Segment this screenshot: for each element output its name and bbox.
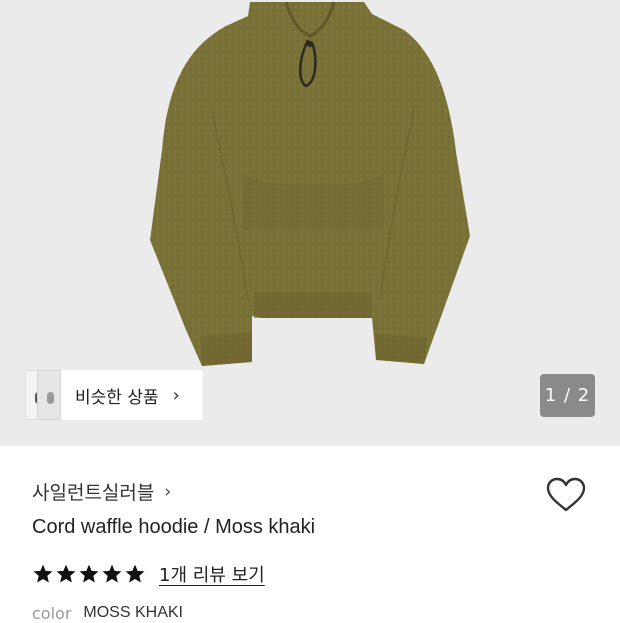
star-icon	[125, 564, 145, 583]
chevron-right-icon: ›	[172, 384, 180, 406]
image-pager-indicator: 1 / 2	[540, 374, 595, 417]
brand-link[interactable]: 사일런트실러블 ›	[32, 478, 171, 505]
brand-name: 사일런트실러블	[32, 482, 155, 504]
similar-products-thumbnails	[25, 370, 61, 420]
star-icon	[56, 564, 76, 583]
chevron-right-icon: ›	[164, 481, 172, 502]
color-label: color	[32, 604, 72, 623]
color-info: color MOSS KHAKI	[32, 604, 183, 623]
similar-products-button[interactable]: 비슷한 상품 ›	[25, 370, 203, 420]
similar-products-label-box: 비슷한 상품 ›	[57, 370, 203, 420]
star-rating	[32, 563, 147, 585]
rating-row: 1개 리뷰 보기	[32, 561, 265, 587]
heart-icon[interactable]	[544, 475, 588, 515]
similar-product-thumbnail	[37, 370, 61, 420]
view-reviews-link[interactable]: 1개 리뷰 보기	[159, 561, 265, 587]
product-image-gallery[interactable]: 비슷한 상품 › 1 / 2	[0, 0, 620, 446]
star-icon	[102, 564, 122, 583]
similar-products-label: 비슷한 상품	[75, 387, 159, 408]
star-icon	[33, 564, 53, 583]
product-title: Cord waffle hoodie / Moss khaki	[32, 516, 316, 538]
color-value: MOSS KHAKI	[83, 604, 183, 621]
star-icon	[79, 564, 99, 583]
